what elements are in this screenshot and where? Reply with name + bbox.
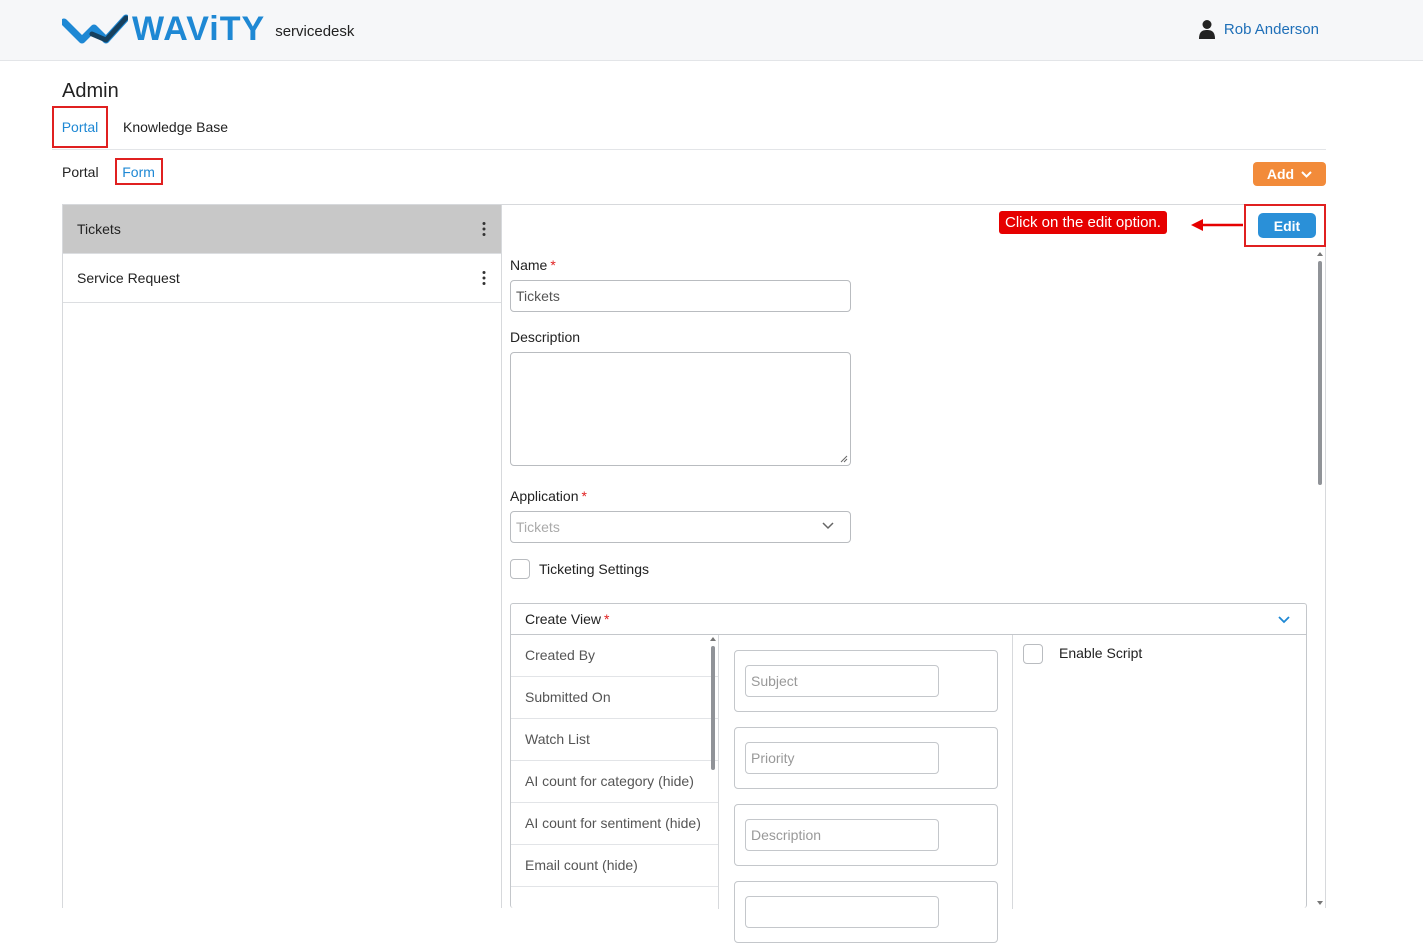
kebab-menu-icon[interactable] (481, 270, 487, 286)
create-view-title: Create View (525, 611, 602, 627)
ticketing-settings-checkbox[interactable] (510, 559, 530, 579)
description-field-preview[interactable]: Description (745, 819, 939, 851)
list-item[interactable]: Watch List (511, 719, 718, 761)
application-select[interactable]: Tickets (510, 511, 851, 543)
priority-field[interactable]: Priority (745, 742, 939, 774)
scrollbar-thumb[interactable] (1318, 261, 1322, 485)
instruction-callout: Click on the edit option. (999, 211, 1167, 234)
page-title: Admin (62, 80, 119, 102)
description-label: Description (510, 329, 581, 345)
logo-wordmark: WAViTY (132, 10, 266, 48)
user-icon (1198, 20, 1215, 39)
user-name: Rob Anderson (1223, 20, 1319, 38)
tab-portal[interactable]: Portal (52, 106, 108, 148)
divider (52, 149, 1326, 150)
add-button-label: Add (1266, 166, 1295, 182)
enable-script-label: Enable Script (1059, 645, 1143, 661)
scrollbar[interactable] (709, 635, 717, 909)
user-menu[interactable]: Rob Anderson (1198, 19, 1319, 39)
create-view-header[interactable]: Create View * (511, 604, 1306, 635)
secondary-tabs: Portal Form (62, 158, 163, 185)
list-item-label: Tickets (77, 221, 121, 237)
chevron-down-icon[interactable] (1278, 616, 1290, 624)
selected-fields-area: Subject Priority Description (719, 635, 1013, 943)
list-item[interactable]: AI count for category (hide) (511, 761, 718, 803)
list-item-label: Service Request (77, 270, 180, 286)
application-label: Application * (510, 488, 587, 504)
list-item[interactable]: Service Request (63, 254, 501, 303)
subtab-form[interactable]: Form (114, 158, 163, 185)
field-card-priority[interactable]: Priority (734, 727, 998, 789)
list-item[interactable]: Email count (hide) (511, 845, 718, 887)
add-button[interactable]: Add (1253, 162, 1326, 186)
list-item[interactable]: Submitted On (511, 677, 718, 719)
chevron-down-icon (1301, 170, 1312, 178)
available-fields-list: Created By Submitted On Watch List AI co… (511, 635, 719, 909)
name-field[interactable]: Tickets (510, 280, 851, 312)
description-field[interactable] (510, 352, 851, 466)
top-bar: WAViTY servicedesk Rob Anderson (0, 0, 1423, 61)
application-select-value: Tickets (516, 519, 560, 535)
list-item[interactable]: Created By (511, 635, 718, 677)
enable-script-checkbox[interactable] (1023, 644, 1043, 664)
field-card-subject[interactable]: Subject (734, 650, 998, 712)
chevron-down-icon (822, 522, 834, 530)
script-options: Enable Script (1013, 635, 1307, 909)
partial-field[interactable] (745, 896, 939, 928)
arrow-left-icon (1191, 219, 1243, 231)
ticketing-settings-label: Ticketing Settings (539, 561, 649, 577)
tab-knowledge-base[interactable]: Knowledge Base (123, 119, 228, 135)
wavity-logo-icon (62, 14, 128, 44)
list-item[interactable]: AI count for sentiment (hide) (511, 803, 718, 845)
app-name: servicedesk (275, 22, 355, 40)
application-label-text: Application (510, 488, 579, 504)
wavity-logo[interactable]: WAViTY servicedesk (62, 12, 354, 46)
create-view-section: Create View * Created By Submitted On Wat… (510, 603, 1307, 943)
subtab-portal[interactable]: Portal (62, 164, 99, 180)
subject-field[interactable]: Subject (745, 665, 939, 697)
resize-handle-icon[interactable] (840, 455, 848, 463)
primary-tabs: Portal Knowledge Base (52, 106, 228, 148)
edit-button[interactable]: Edit (1258, 213, 1316, 238)
kebab-menu-icon[interactable] (481, 221, 487, 237)
field-card-description[interactable]: Description (734, 804, 998, 866)
forms-list: Tickets Service Request (62, 204, 502, 908)
name-label-text: Name (510, 257, 548, 273)
name-label: Name * (510, 257, 556, 273)
list-item[interactable]: Tickets (63, 205, 501, 254)
field-card-partial[interactable] (734, 881, 998, 943)
